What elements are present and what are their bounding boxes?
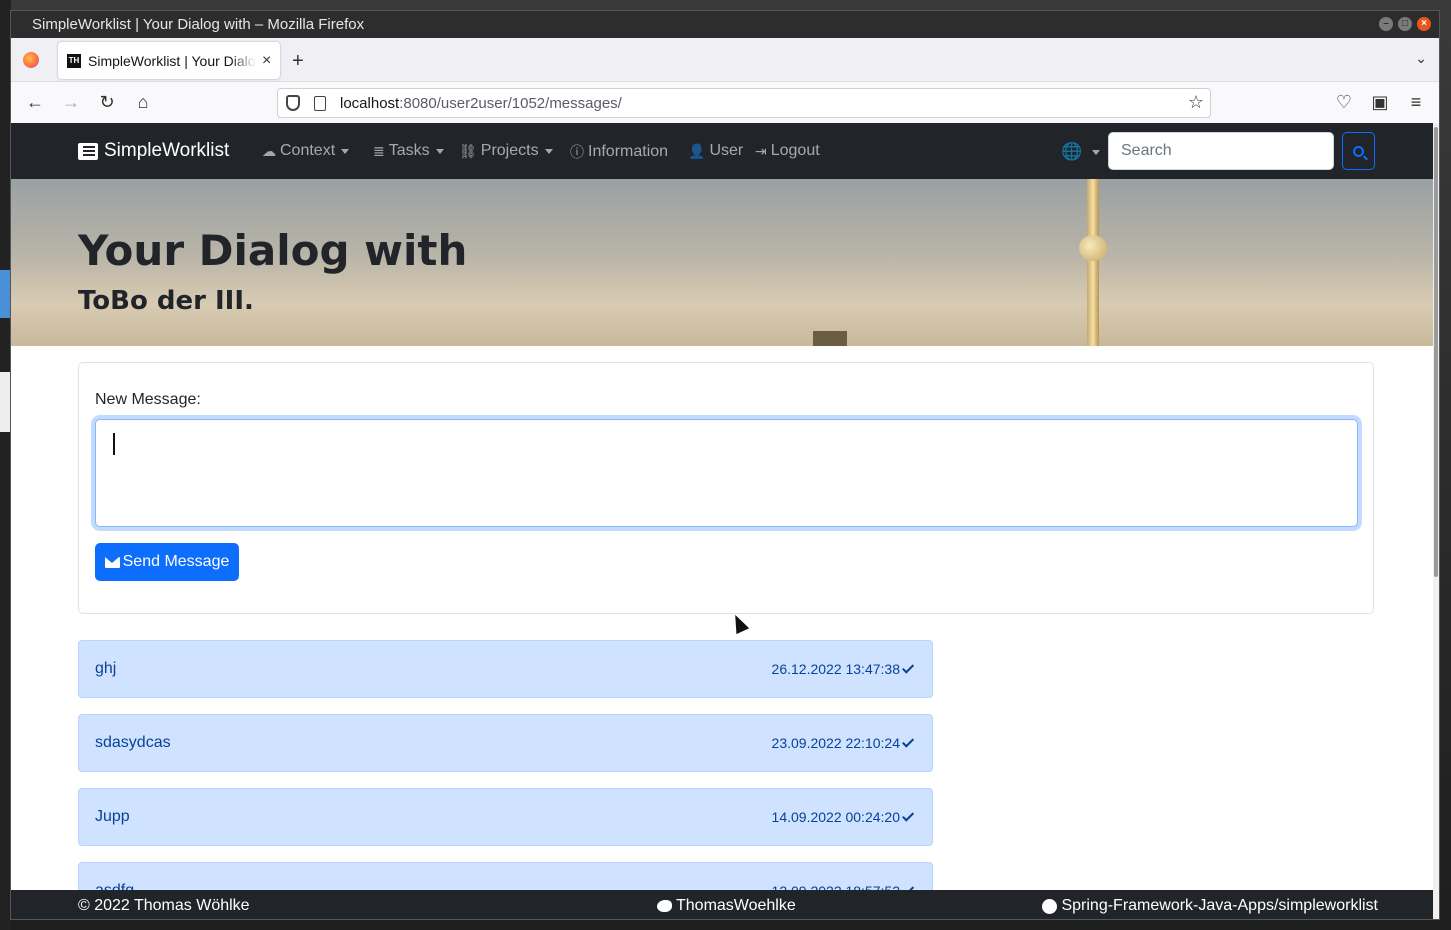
- firefox-icon[interactable]: [23, 52, 39, 68]
- nav-context[interactable]: ☁ Context: [262, 142, 350, 160]
- message-text: ghj: [95, 660, 117, 677]
- extension-icon[interactable]: ▣: [1369, 92, 1391, 113]
- caret-down-icon: [435, 148, 444, 154]
- footer-twitter-label: ThomasWoehlke: [676, 897, 796, 914]
- tv-tower-image: [1079, 235, 1107, 261]
- window-title: SimpleWorklist | Your Dialog with – Mozi…: [32, 16, 365, 33]
- search-icon: [1353, 145, 1364, 157]
- scrollbar-thumb[interactable]: [1434, 127, 1438, 577]
- database-icon: ≣: [373, 142, 385, 159]
- footer-copyright: © 2022 Thomas Wöhlke: [78, 897, 250, 914]
- nav-projects-label: Projects: [480, 142, 539, 159]
- language-dropdown[interactable]: 🌐: [1061, 142, 1101, 162]
- search-button[interactable]: [1342, 132, 1375, 170]
- nav-information[interactable]: ⓘ Information: [570, 142, 668, 162]
- url-path: :8080/user2user/1052/messages/: [399, 94, 622, 112]
- info-circle-icon: ⓘ: [570, 144, 584, 160]
- nav-logout-label: Logout: [770, 142, 820, 159]
- nav-logout[interactable]: ⇥ Logout: [755, 142, 820, 160]
- maximize-icon[interactable]: □: [1398, 17, 1412, 31]
- tab-list-chevron-icon[interactable]: ⌄: [1415, 50, 1427, 67]
- message-item: sdasydcas 23.09.2022 22:10:24: [78, 714, 933, 772]
- url-bar[interactable]: localhost :8080/user2user/1052/messages/…: [277, 88, 1211, 118]
- page-footer: © 2022 Thomas Wöhlke ThomasWoehlke Sprin…: [11, 890, 1433, 919]
- check-icon: [902, 661, 915, 674]
- tab-title: SimpleWorklist | Your Dialog with: [88, 52, 256, 69]
- browser-window: SimpleWorklist | Your Dialog with – Mozi…: [10, 10, 1440, 920]
- reload-icon[interactable]: ↻: [96, 92, 118, 113]
- back-icon[interactable]: ←: [24, 92, 46, 113]
- new-message-card: New Message: Send Message: [78, 362, 1374, 614]
- footer-twitter-link[interactable]: ThomasWoehlke: [657, 897, 796, 915]
- github-icon: [1042, 898, 1058, 914]
- message-item: ghj 26.12.2022 13:47:38: [78, 640, 933, 698]
- search-input[interactable]: [1108, 132, 1334, 170]
- building-image: [813, 331, 847, 346]
- forward-icon[interactable]: →: [60, 92, 82, 113]
- window-titlebar: SimpleWorklist | Your Dialog with – Mozi…: [11, 11, 1439, 38]
- tab-close-icon[interactable]: ×: [262, 52, 271, 70]
- text-cursor: [113, 433, 115, 455]
- message-item: Jupp 14.09.2022 00:24:20: [78, 788, 933, 846]
- nav-tasks-label: Tasks: [388, 142, 430, 159]
- message-time: 26.12.2022 13:47:38: [772, 661, 915, 677]
- pocket-icon[interactable]: ♡: [1333, 92, 1355, 113]
- message-timestamp: 26.12.2022 13:47:38: [771, 661, 900, 677]
- home-icon[interactable]: ⌂: [132, 92, 154, 113]
- app-navbar: SimpleWorklist ☁ Context ≣ Tasks ⛓ Proje…: [11, 123, 1433, 179]
- message-text: sdasydcas: [95, 734, 171, 751]
- new-tab-icon[interactable]: +: [292, 50, 304, 73]
- caret-down-icon: [1092, 149, 1101, 155]
- url-host: localhost: [340, 94, 400, 112]
- brand-link[interactable]: SimpleWorklist: [78, 140, 229, 162]
- tv-tower-image: [1087, 179, 1099, 346]
- user-icon: 👤: [688, 142, 706, 159]
- message-time: 23.09.2022 22:10:24: [772, 735, 915, 751]
- logout-icon: ⇥: [755, 142, 767, 159]
- browser-toolbar: ← → ↻ ⌂ localhost :8080/user2user/1052/m…: [11, 82, 1439, 124]
- close-window-icon[interactable]: ×: [1417, 17, 1431, 31]
- list-icon: [78, 142, 98, 160]
- twitter-icon: [657, 900, 672, 912]
- brand-label: SimpleWorklist: [104, 140, 230, 161]
- nav-tasks[interactable]: ≣ Tasks: [373, 142, 444, 160]
- page-viewport: SimpleWorklist ☁ Context ≣ Tasks ⛓ Proje…: [11, 123, 1439, 919]
- globe-icon: 🌐: [1061, 142, 1083, 161]
- tracking-shield-icon[interactable]: [286, 95, 300, 111]
- nav-context-label: Context: [280, 142, 336, 159]
- footer-github-label: Spring-Framework-Java-Apps/simpleworklis…: [1061, 897, 1378, 914]
- message-text: Jupp: [95, 808, 130, 825]
- caret-down-icon: [341, 148, 350, 154]
- footer-github-link[interactable]: Spring-Framework-Java-Apps/simpleworklis…: [1042, 897, 1378, 915]
- send-message-label: Send Message: [122, 553, 230, 570]
- page-info-icon[interactable]: [314, 95, 326, 111]
- menu-icon[interactable]: ≡: [1405, 92, 1427, 113]
- bookmark-star-icon[interactable]: ☆: [1188, 92, 1204, 113]
- page-title: Your Dialog with: [78, 226, 468, 275]
- message-time: 14.09.2022 00:24:20: [772, 809, 915, 825]
- cloud-icon: ☁: [262, 142, 276, 159]
- hero-banner: Your Dialog with ToBo der III.: [11, 179, 1433, 346]
- tab-strip: TH SimpleWorklist | Your Dialog with × +…: [11, 38, 1439, 82]
- nav-user-label: User: [709, 142, 744, 159]
- page-subtitle: ToBo der III.: [78, 286, 254, 316]
- nav-user[interactable]: 👤 User: [688, 142, 743, 160]
- message-timestamp: 14.09.2022 00:24:20: [771, 809, 900, 825]
- message-timestamp: 23.09.2022 22:10:24: [771, 735, 900, 751]
- new-message-label: New Message:: [95, 391, 201, 408]
- caret-down-icon: [544, 148, 553, 154]
- envelope-icon: [104, 556, 120, 568]
- nav-projects[interactable]: ⛓ Projects: [459, 142, 553, 160]
- browser-tab-active[interactable]: TH SimpleWorklist | Your Dialog with ×: [58, 42, 280, 79]
- nav-information-label: Information: [588, 143, 669, 160]
- check-icon: [902, 735, 915, 748]
- minimize-icon[interactable]: –: [1379, 17, 1393, 31]
- check-icon: [902, 809, 915, 822]
- sitemap-icon: ⛓: [459, 142, 477, 159]
- new-message-textarea[interactable]: [95, 419, 1358, 527]
- page-scrollbar[interactable]: [1433, 123, 1439, 919]
- send-message-button[interactable]: Send Message: [95, 543, 239, 581]
- favicon-icon: TH: [67, 53, 81, 68]
